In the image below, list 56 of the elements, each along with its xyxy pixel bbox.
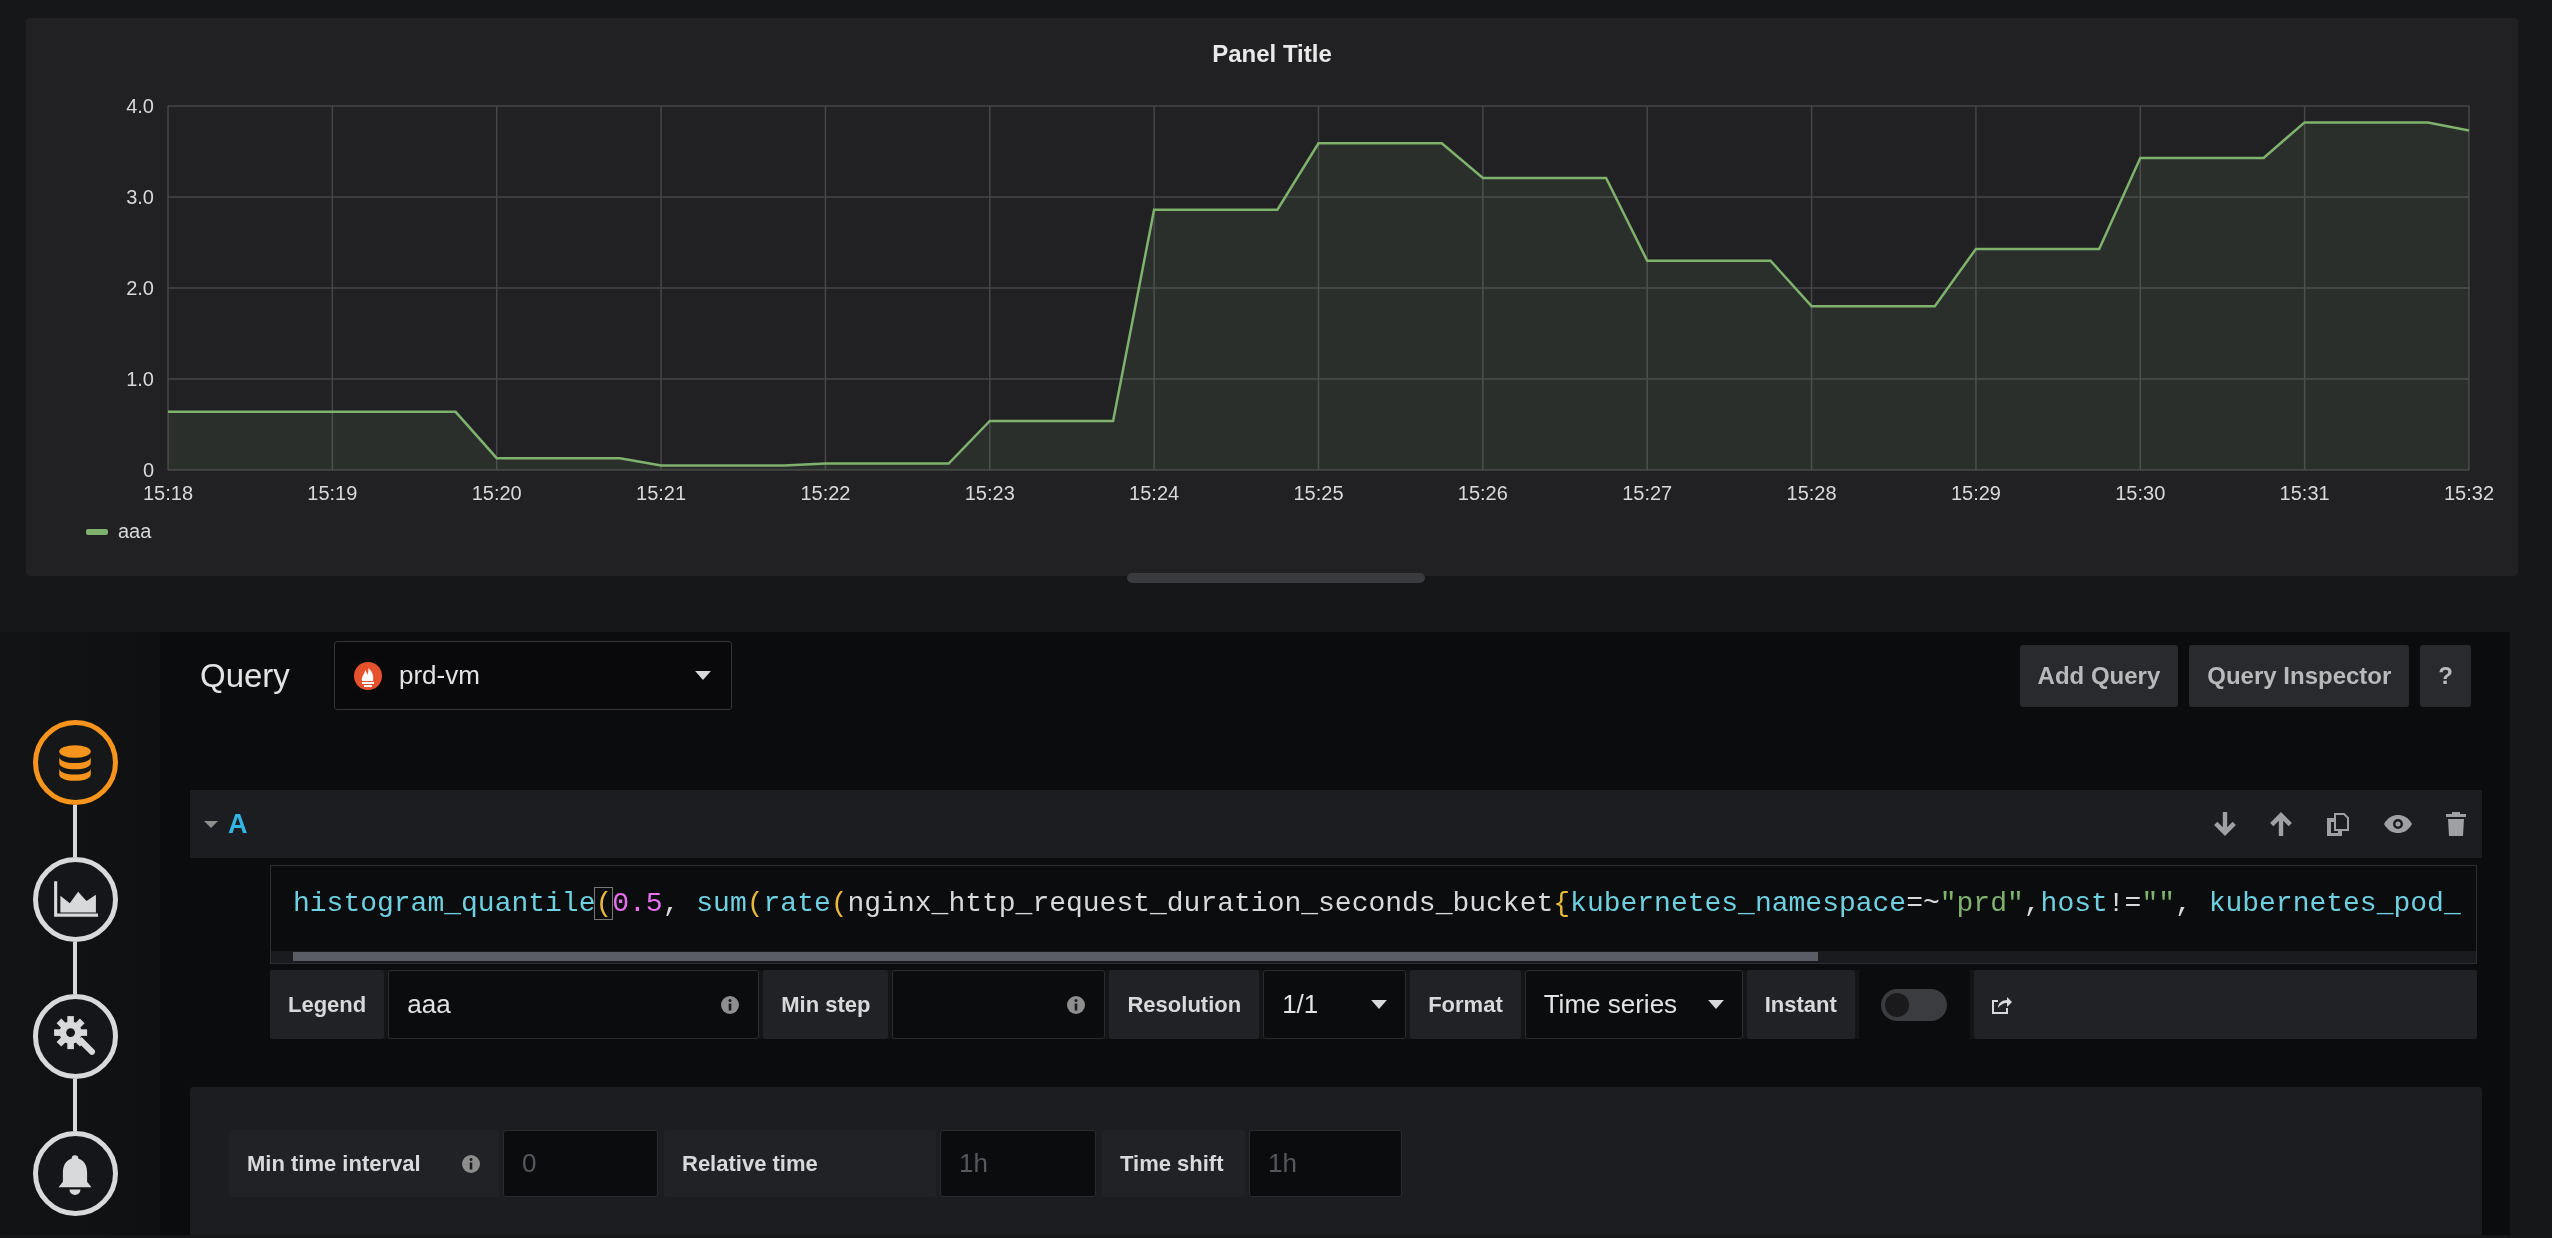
arrow-up-icon[interactable]	[2270, 812, 2292, 836]
query-editor[interactable]: histogram_quantile(0.5, sum(rate(nginx_http_request_duration_seconds_bucket{kubernetes_namespace=~"prd",host!="", kubernetes_pod_	[270, 865, 2477, 964]
axis-label: 2.0	[126, 277, 154, 299]
axis-label: 15:30	[2115, 482, 2166, 504]
select-field[interactable]: 1/1	[1263, 970, 1407, 1039]
caret-icon	[1707, 1000, 1724, 1009]
copy-icon[interactable]	[2326, 812, 2350, 836]
legend-field[interactable]: aaa	[388, 970, 760, 1039]
toolbar-button[interactable]: Query Inspector	[2189, 644, 2410, 707]
toolbar-button[interactable]: Add Query	[2019, 644, 2179, 707]
field-label: Format	[1410, 970, 1521, 1039]
axis-label: 0	[142, 459, 154, 481]
toolbar-button[interactable]: ?	[2420, 644, 2471, 707]
axis-label: 15:28	[1786, 482, 1837, 504]
axis-label: 15:19	[307, 482, 358, 504]
trash-icon[interactable]	[2446, 812, 2466, 836]
panel-title: Panel Title	[1212, 40, 1332, 68]
axis-label: 15:25	[1293, 482, 1344, 504]
area-chart-icon	[52, 880, 98, 919]
datasource-select[interactable]: prd-vm	[334, 641, 732, 710]
caret-icon	[695, 671, 711, 680]
field-label: Min time interval	[247, 1150, 421, 1177]
select-field[interactable]: Time series	[1524, 970, 1743, 1039]
axis-label: 15:31	[2279, 482, 2330, 504]
axis-label: 15:23	[964, 482, 1015, 504]
query-toggle[interactable]: A	[204, 808, 248, 840]
axis-label: 3.0	[126, 186, 154, 208]
scrollbar-thumb[interactable]	[293, 952, 1818, 961]
caret-icon	[1371, 1000, 1388, 1009]
eye-icon[interactable]	[2384, 815, 2412, 833]
toggle-switch[interactable]	[1881, 988, 1948, 1021]
flame-icon	[353, 660, 383, 691]
share-icon[interactable]	[1989, 994, 2012, 1015]
field-label: Min step	[763, 970, 889, 1039]
axis-label: 15:32	[2443, 482, 2495, 504]
axis-label: 1.0	[126, 368, 154, 390]
arrow-down-icon[interactable]	[2214, 812, 2236, 836]
axis-label: 15:20	[471, 482, 522, 504]
axis-label: 15:24	[1129, 482, 1180, 504]
axis-label: 15:26	[1457, 482, 1508, 504]
axis-label: 15:29	[1950, 482, 2001, 504]
query-expression: histogram_quantile(0.5, sum(rate(nginx_http_request_duration_seconds_bucket{kubernetes_namespace=~"prd",host!="", kubernetes_pod_	[292, 887, 2462, 919]
field-label: Time shift	[1120, 1150, 1224, 1177]
resize-handle[interactable]	[1127, 573, 1425, 583]
axis-label: 15:21	[636, 482, 687, 504]
min-step-field[interactable]	[892, 970, 1106, 1039]
axis-label: 15:27	[1622, 482, 1673, 504]
axis-label: 15:18	[142, 482, 194, 504]
field-label: Relative time	[682, 1150, 818, 1177]
field-label: Legend	[270, 970, 385, 1039]
axis-label: 15:22	[800, 482, 851, 504]
field-label: Instant	[1746, 970, 1855, 1039]
legend-label[interactable]: aaa	[118, 520, 152, 543]
section-title: Query	[200, 656, 291, 695]
axis-label: 4.0	[126, 95, 154, 117]
field-label: Resolution	[1109, 970, 1260, 1039]
